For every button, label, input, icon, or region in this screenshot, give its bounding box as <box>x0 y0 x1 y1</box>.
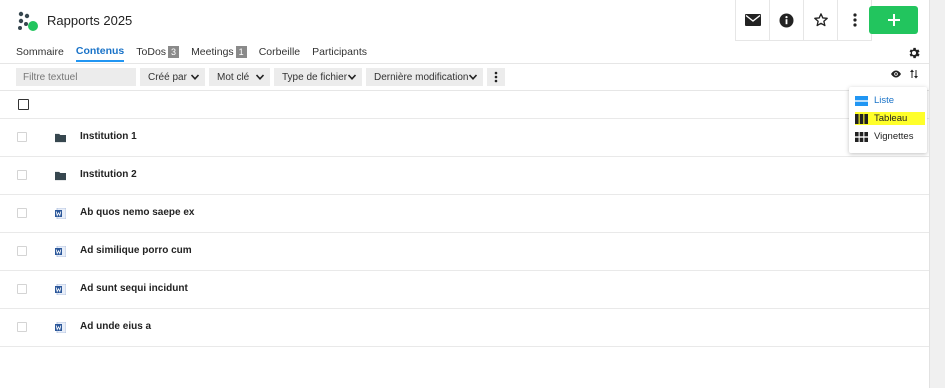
header-actions <box>735 0 872 41</box>
item-title[interactable]: Ad sunt sequi incidunt <box>80 283 188 294</box>
row-checkbox[interactable] <box>17 170 27 180</box>
view-mode-menu: Liste Tableau Vignettes <box>849 87 927 153</box>
tab-todos[interactable]: ToDos 3 <box>136 44 180 62</box>
add-button[interactable] <box>869 6 918 34</box>
grid-view-icon <box>855 131 868 142</box>
chevron-down-icon <box>190 74 200 80</box>
list-item[interactable]: Ad sunt sequi incidunt <box>0 271 929 309</box>
table-view-icon <box>855 113 868 124</box>
item-title[interactable]: Ab quos nemo saepe ex <box>80 207 194 218</box>
dropdown-label: Type de fichier <box>282 71 348 83</box>
keyword-dropdown[interactable]: Mot clé <box>209 68 270 86</box>
dropdown-label: Créé par <box>148 71 187 83</box>
info-button[interactable] <box>770 0 804 40</box>
tab-label: ToDos <box>136 45 167 58</box>
tab-label: Contenus <box>75 44 125 57</box>
filter-bar: Créé par Mot clé Type de fichier Dernièr… <box>0 63 929 91</box>
content-list: Institution 1 Institution 2 Ab quos nemo… <box>0 90 929 347</box>
more-vertical-icon <box>494 71 498 83</box>
chevron-down-icon <box>468 74 478 80</box>
row-checkbox[interactable] <box>17 284 27 294</box>
folder-icon <box>55 133 66 143</box>
file-type-dropdown[interactable]: Type de fichier <box>274 68 362 86</box>
star-icon <box>813 13 828 27</box>
info-icon <box>779 13 794 27</box>
select-all-checkbox[interactable] <box>18 99 29 110</box>
view-controls <box>890 68 920 80</box>
mail-button[interactable] <box>736 0 770 40</box>
list-header-row <box>0 90 929 119</box>
tab-meetings[interactable]: Meetings 1 <box>191 44 247 62</box>
tab-bar: Sommaire Contenus ToDos 3 Meetings 1 Corbe… <box>0 44 373 62</box>
view-option-table[interactable]: Tableau <box>855 112 925 125</box>
item-title[interactable]: Institution 1 <box>80 131 137 142</box>
more-filters-button[interactable] <box>487 68 505 86</box>
view-option-list[interactable]: Liste <box>855 94 925 107</box>
option-label: Vignettes <box>874 131 914 142</box>
tab-label: Corbeille <box>258 45 301 58</box>
tab-label: Sommaire <box>16 45 64 58</box>
text-filter-input[interactable] <box>16 68 136 86</box>
app-logo-icon <box>18 11 38 31</box>
item-title[interactable]: Institution 2 <box>80 169 137 180</box>
option-label: Tableau <box>874 113 908 124</box>
vertical-scrollbar[interactable] <box>929 0 945 388</box>
row-checkbox[interactable] <box>17 208 27 218</box>
sort-icon[interactable] <box>908 68 920 80</box>
tab-label: Meetings <box>191 45 234 58</box>
eye-icon[interactable] <box>890 68 902 80</box>
list-item[interactable]: Ad similique porro cum <box>0 233 929 271</box>
row-checkbox[interactable] <box>17 132 27 142</box>
chevron-down-icon <box>255 74 265 80</box>
app-header: Rapports 2025 <box>0 0 929 41</box>
mail-icon <box>744 14 761 26</box>
word-document-icon <box>55 322 66 333</box>
more-vertical-icon <box>852 13 857 27</box>
word-document-icon <box>55 284 66 295</box>
last-modified-dropdown[interactable]: Dernière modification <box>366 68 483 86</box>
tab-contenus[interactable]: Contenus <box>75 44 125 62</box>
dropdown-label: Mot clé <box>217 71 250 83</box>
row-checkbox[interactable] <box>17 322 27 332</box>
list-item[interactable]: Ad unde eius a <box>0 309 929 347</box>
word-document-icon <box>55 208 66 219</box>
app-window: Rapports 2025 Sommaire Contenus ToDos 3 … <box>0 0 929 388</box>
tab-sommaire[interactable]: Sommaire <box>16 44 64 62</box>
tab-corbeille[interactable]: Corbeille <box>259 44 300 62</box>
item-title[interactable]: Ad unde eius a <box>80 321 151 332</box>
folder-icon <box>55 171 66 181</box>
count-badge: 1 <box>235 45 247 58</box>
dropdown-label: Dernière modification <box>374 71 469 83</box>
favorite-button[interactable] <box>804 0 838 40</box>
chevron-down-icon <box>347 74 357 80</box>
created-by-dropdown[interactable]: Créé par <box>140 68 205 86</box>
item-title[interactable]: Ad similique porro cum <box>80 245 192 256</box>
list-item[interactable]: Ab quos nemo saepe ex <box>0 195 929 233</box>
list-view-icon <box>855 95 868 106</box>
page-title: Rapports 2025 <box>47 13 133 28</box>
plus-icon <box>887 14 900 26</box>
tab-label: Participants <box>312 45 367 58</box>
word-document-icon <box>55 246 66 257</box>
option-label: Liste <box>874 95 895 106</box>
count-badge: 3 <box>168 45 180 58</box>
list-item[interactable]: Institution 2 <box>0 157 929 195</box>
tab-participants[interactable]: Participants <box>312 44 367 62</box>
view-option-thumbnails[interactable]: Vignettes <box>855 130 925 143</box>
more-button[interactable] <box>838 0 872 40</box>
gear-icon[interactable] <box>907 46 921 60</box>
list-item[interactable]: Institution 1 <box>0 119 929 157</box>
row-checkbox[interactable] <box>17 246 27 256</box>
